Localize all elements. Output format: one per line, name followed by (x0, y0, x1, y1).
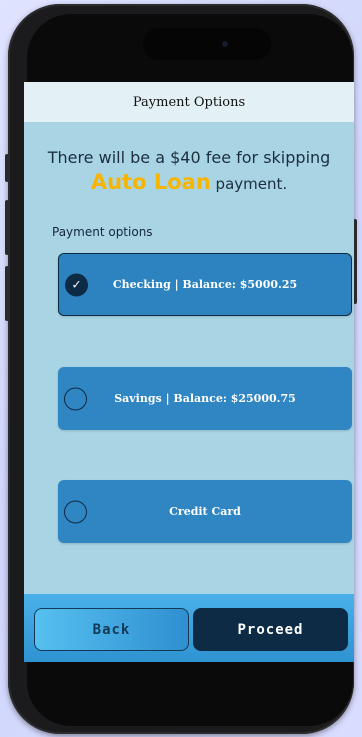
fee-notice: There will be a $40 fee for skipping Aut… (24, 148, 354, 194)
app-screen: Payment Options There will be a $40 fee … (24, 82, 354, 662)
page-header: Payment Options (24, 82, 354, 122)
camera-dot (222, 41, 228, 47)
options-title: Payment options (52, 225, 153, 239)
loan-name-highlight: Auto Loan (90, 170, 211, 194)
proceed-button[interactable]: Proceed (193, 608, 348, 651)
radio-unchecked[interactable] (64, 387, 87, 410)
volume-down-button (5, 266, 9, 321)
payment-option-label: Checking | Balance: $5000.25 (112, 278, 298, 291)
fee-notice-suffix: payment. (210, 175, 288, 193)
page-title: Payment Options (132, 94, 246, 110)
mute-switch (5, 154, 9, 182)
radio-unchecked[interactable] (64, 500, 87, 523)
check-icon: ✓ (71, 277, 82, 292)
payment-option-label: Credit Card (169, 505, 241, 518)
back-button[interactable]: Back (34, 608, 189, 651)
fee-notice-line2: Auto Loan payment. (24, 170, 354, 194)
volume-up-button (5, 200, 9, 255)
radio-checked[interactable]: ✓ (65, 273, 88, 296)
fee-notice-line1: There will be a $40 fee for skipping (47, 148, 331, 167)
dynamic-island (143, 28, 271, 60)
payment-option-savings[interactable]: Savings | Balance: $25000.75 (58, 367, 352, 430)
payment-option-credit-card[interactable]: Credit Card (58, 480, 352, 543)
payment-option-label: Savings | Balance: $25000.75 (114, 392, 296, 405)
payment-option-checking[interactable]: ✓ Checking | Balance: $5000.25 (58, 253, 352, 316)
